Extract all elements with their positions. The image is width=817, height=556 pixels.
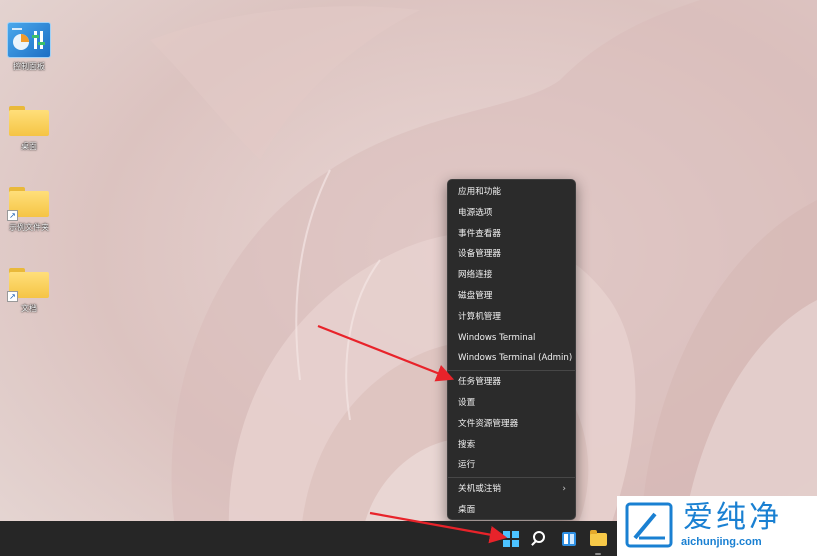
menu-item-shutdown-signout[interactable]: 关机或注销 › bbox=[448, 479, 575, 500]
search-icon bbox=[533, 531, 545, 543]
desktop-icon-label: 控制面板 bbox=[13, 62, 45, 71]
folder-icon bbox=[590, 530, 607, 546]
menu-item-search[interactable]: 搜索 bbox=[448, 435, 575, 456]
menu-item-windows-terminal-admin[interactable]: Windows Terminal (Admin) bbox=[448, 348, 575, 369]
watermark-text: 爱纯净 bbox=[683, 500, 782, 535]
file-explorer-button[interactable] bbox=[586, 527, 610, 555]
menu-item-windows-terminal[interactable]: Windows Terminal bbox=[448, 328, 575, 349]
watermark-url: aichunjing.com bbox=[681, 536, 762, 548]
menu-item-computer-management[interactable]: 计算机管理 bbox=[448, 307, 575, 328]
desktop-icon-label: 文档 bbox=[21, 304, 37, 313]
shortcut-arrow-icon: ↗ bbox=[7, 210, 18, 221]
menu-item-settings[interactable]: 设置 bbox=[448, 393, 575, 414]
widgets-button[interactable] bbox=[557, 527, 581, 551]
menu-item-event-viewer[interactable]: 事件查看器 bbox=[448, 224, 575, 245]
menu-separator bbox=[448, 370, 575, 372]
menu-item-task-manager[interactable]: 任务管理器 bbox=[448, 372, 575, 393]
menu-item-label: 关机或注销 bbox=[458, 484, 501, 495]
desktop-icon-control-panel[interactable]: 控制面板 bbox=[0, 22, 58, 72]
winx-context-menu: 应用和功能 电源选项 事件查看器 设备管理器 网络连接 磁盘管理 计算机管理 W… bbox=[447, 179, 576, 520]
desktop-icon-desktop-folder[interactable]: 桌面 bbox=[0, 102, 58, 152]
windows-start-icon bbox=[503, 531, 519, 547]
desktop-icon-label: 示例文件夹 bbox=[9, 223, 49, 232]
running-indicator bbox=[595, 553, 601, 555]
folder-icon bbox=[9, 106, 49, 136]
menu-item-run[interactable]: 运行 bbox=[448, 455, 575, 476]
desktop-icon-label: 桌面 bbox=[21, 142, 37, 151]
desktop-icon-sample-folder[interactable]: ↗ 示例文件夹 bbox=[0, 183, 58, 233]
menu-item-disk-management[interactable]: 磁盘管理 bbox=[448, 286, 575, 307]
search-button[interactable] bbox=[528, 527, 552, 551]
menu-item-device-manager[interactable]: 设备管理器 bbox=[448, 244, 575, 265]
widgets-icon bbox=[562, 532, 576, 546]
menu-separator bbox=[448, 477, 575, 479]
watermark-logo-icon bbox=[625, 502, 673, 548]
watermark: 爱纯净 aichunjing.com bbox=[617, 496, 817, 556]
menu-item-file-explorer[interactable]: 文件资源管理器 bbox=[448, 414, 575, 435]
chevron-right-icon: › bbox=[562, 484, 566, 495]
control-panel-icon bbox=[7, 22, 51, 58]
menu-item-apps-and-features[interactable]: 应用和功能 bbox=[448, 182, 575, 203]
menu-item-power-options[interactable]: 电源选项 bbox=[448, 203, 575, 224]
desktop-icon-documents[interactable]: ↗ 文档 bbox=[0, 264, 58, 314]
shortcut-arrow-icon: ↗ bbox=[7, 291, 18, 302]
start-button[interactable] bbox=[499, 527, 523, 551]
desktop-wallpaper bbox=[0, 0, 817, 556]
menu-item-network-connections[interactable]: 网络连接 bbox=[448, 265, 575, 286]
menu-item-desktop[interactable]: 桌面 bbox=[448, 500, 575, 521]
